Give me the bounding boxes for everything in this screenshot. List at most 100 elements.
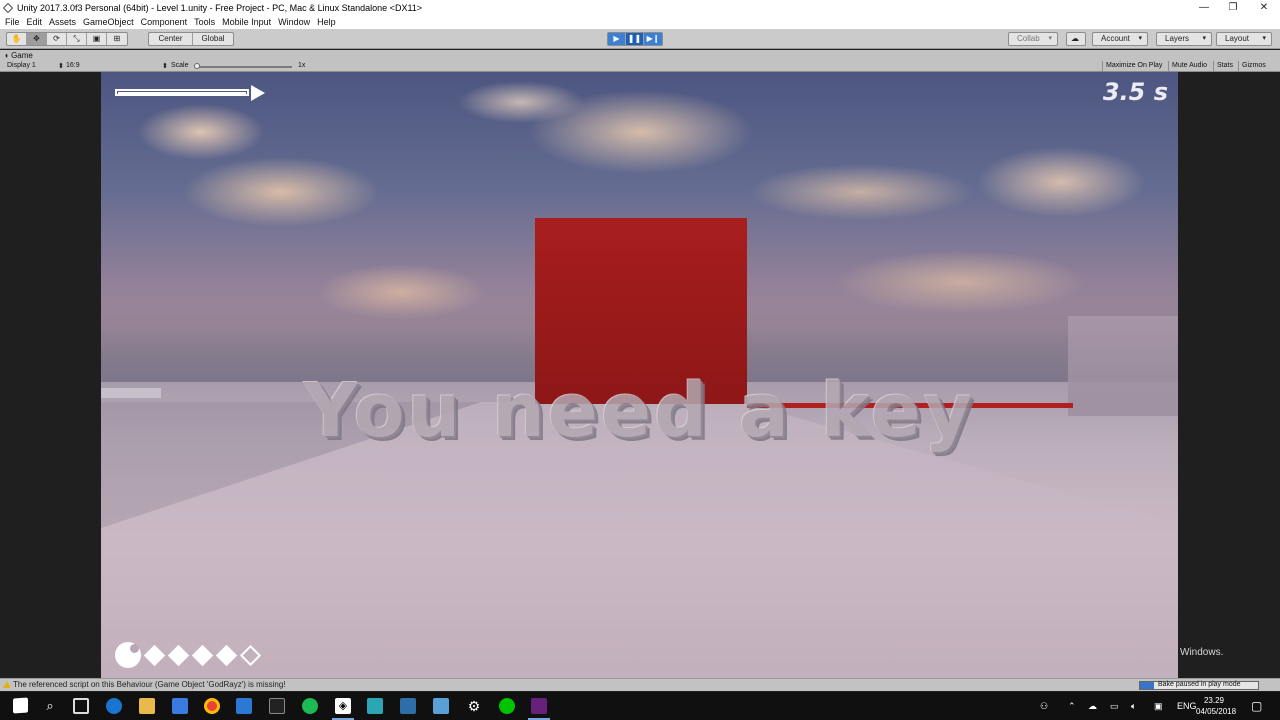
menu-file[interactable]: File bbox=[5, 17, 20, 27]
mute-audio-toggle[interactable]: Mute Audio bbox=[1168, 61, 1210, 71]
display-select[interactable]: Display 1 bbox=[7, 62, 36, 69]
task-view-icon[interactable] bbox=[73, 698, 89, 714]
bake-progress: Bake paused in play mode bbox=[1139, 681, 1259, 690]
taskbar-clock[interactable]: 23.29 04/05/2018 bbox=[1196, 695, 1237, 717]
menu-gameobject[interactable]: GameObject bbox=[83, 17, 134, 27]
menu-mobile-input[interactable]: Mobile Input bbox=[222, 17, 271, 27]
cloud-button[interactable]: ☁ bbox=[1066, 32, 1086, 46]
rotate-tool-icon[interactable]: ⟳ bbox=[47, 33, 67, 45]
notification-icon[interactable]: ▢ bbox=[1251, 692, 1262, 720]
chrome-icon[interactable] bbox=[204, 698, 220, 714]
life-diamond-icon bbox=[143, 644, 166, 666]
store-icon[interactable] bbox=[172, 698, 188, 714]
terminal-icon[interactable] bbox=[269, 698, 285, 714]
scale-value: 1x bbox=[298, 62, 306, 69]
scale-label: Scale bbox=[171, 62, 189, 69]
network-icon[interactable]: ▭ bbox=[1110, 692, 1119, 720]
progress-bar-fill bbox=[118, 92, 246, 94]
key-required-message: You need a key bbox=[303, 368, 976, 454]
maximize-button[interactable]: ❐ bbox=[1219, 0, 1247, 15]
steam-icon[interactable] bbox=[400, 698, 416, 714]
collab-label: Collab bbox=[1017, 34, 1040, 43]
display-arrow-icon: ⬍ bbox=[58, 63, 64, 70]
account-label: Account bbox=[1101, 34, 1130, 43]
edge-icon[interactable] bbox=[106, 698, 122, 714]
scale-slider-track[interactable] bbox=[196, 66, 292, 68]
main-toolbar: ✋ ✥ ⟳ ⤡ ▣ ⊞ Center Global ▶ ❚❚ ▶❙ Collab… bbox=[0, 29, 1280, 49]
step-button[interactable]: ▶❙ bbox=[644, 33, 662, 45]
line-chat-icon[interactable] bbox=[499, 698, 515, 714]
stats-toggle[interactable]: Stats bbox=[1213, 61, 1236, 71]
play-controls: ▶ ❚❚ ▶❙ bbox=[607, 32, 663, 46]
menu-component[interactable]: Component bbox=[141, 17, 188, 27]
unity-taskbar-icon[interactable]: ◈ bbox=[335, 698, 351, 714]
pivot-toggles: Center Global bbox=[148, 32, 234, 46]
layout-dropdown[interactable]: Layout ▾ bbox=[1216, 32, 1272, 46]
spotify-icon[interactable] bbox=[302, 698, 318, 714]
onedrive-icon[interactable]: ☁ bbox=[1088, 692, 1097, 720]
play-button[interactable]: ▶ bbox=[608, 33, 626, 45]
lives-indicator bbox=[115, 640, 267, 670]
life-diamond-icon bbox=[191, 644, 214, 666]
menu-window[interactable]: Window bbox=[278, 17, 310, 27]
game-scene[interactable]: You need a key 3.5 s bbox=[101, 72, 1178, 678]
maximize-on-play-toggle[interactable]: Maximize On Play bbox=[1102, 61, 1165, 71]
transform-tools: ✋ ✥ ⟳ ⤡ ▣ ⊞ bbox=[6, 32, 128, 46]
photos-icon[interactable] bbox=[433, 698, 449, 714]
scale-slider-handle[interactable] bbox=[194, 63, 200, 69]
moon-icon bbox=[115, 642, 141, 668]
layers-label: Layers bbox=[1165, 34, 1190, 43]
activate-windows-watermark: Windows. bbox=[1180, 647, 1224, 658]
gizmos-dropdown[interactable]: Gizmos bbox=[1238, 61, 1269, 71]
pause-button[interactable]: ❚❚ bbox=[626, 33, 644, 45]
life-diamond-icon bbox=[167, 644, 190, 666]
close-button[interactable]: ✕ bbox=[1250, 0, 1278, 15]
file-explorer-icon[interactable] bbox=[139, 698, 155, 714]
app-icon-teal[interactable] bbox=[367, 698, 383, 714]
menu-bar: File Edit Assets GameObject Component To… bbox=[0, 15, 1280, 29]
life-diamond-icon bbox=[215, 644, 238, 666]
menu-tools[interactable]: Tools bbox=[194, 17, 215, 27]
timer-display: 3.5 s bbox=[1102, 78, 1168, 106]
level-progress-arrow bbox=[115, 85, 265, 101]
maps-app-icon[interactable] bbox=[236, 698, 252, 714]
game-tab-label: Game bbox=[11, 51, 33, 60]
windows-start-icon[interactable] bbox=[13, 697, 28, 714]
move-tool-icon[interactable]: ✥ bbox=[27, 33, 47, 45]
menu-assets[interactable]: Assets bbox=[49, 17, 76, 27]
status-bar: The referenced script on this Behaviour … bbox=[0, 678, 1280, 691]
warning-icon bbox=[3, 681, 11, 688]
pivot-global-button[interactable]: Global bbox=[193, 33, 233, 45]
menu-help[interactable]: Help bbox=[317, 17, 336, 27]
rect-tool-icon[interactable]: ▣ bbox=[87, 33, 107, 45]
settings-gear-icon[interactable]: ⚙ bbox=[466, 698, 482, 714]
aspect-select[interactable]: 16:9 bbox=[66, 62, 80, 69]
hand-tool-icon[interactable]: ✋ bbox=[7, 33, 27, 45]
game-tab-bar: ◖ Game bbox=[0, 50, 1280, 61]
bake-status-text: Bake paused in play mode bbox=[1158, 681, 1241, 688]
bake-progress-fill bbox=[1140, 682, 1154, 689]
transform-tool-icon[interactable]: ⊞ bbox=[107, 33, 127, 45]
minimize-button[interactable]: — bbox=[1190, 0, 1218, 15]
window-title: Unity 2017.3.0f3 Personal (64bit) - Leve… bbox=[17, 2, 423, 13]
scale-tool-icon[interactable]: ⤡ bbox=[67, 33, 87, 45]
people-icon[interactable]: ⚇ bbox=[1040, 692, 1048, 720]
title-bar: Unity 2017.3.0f3 Personal (64bit) - Leve… bbox=[0, 0, 1280, 15]
collab-dropdown[interactable]: Collab ▾ bbox=[1008, 32, 1058, 46]
layers-dropdown[interactable]: Layers ▾ bbox=[1156, 32, 1212, 46]
display-icon[interactable]: ▣ bbox=[1154, 692, 1163, 720]
account-dropdown[interactable]: Account ▾ bbox=[1092, 32, 1148, 46]
volume-icon[interactable]: 🔈︎ bbox=[1131, 692, 1136, 720]
clock-time: 23.29 bbox=[1203, 696, 1225, 705]
tray-chevron-icon[interactable]: ⌃ bbox=[1068, 692, 1076, 720]
clock-date: 04/05/2018 bbox=[1196, 707, 1237, 716]
unity-icon bbox=[3, 2, 13, 13]
console-message[interactable]: The referenced script on this Behaviour … bbox=[13, 680, 286, 689]
pivot-center-button[interactable]: Center bbox=[149, 33, 193, 45]
life-diamond-icon bbox=[239, 644, 262, 666]
search-icon[interactable]: ⌕ bbox=[42, 698, 58, 714]
game-tab[interactable]: ◖ Game bbox=[4, 51, 33, 60]
language-indicator[interactable]: ENG bbox=[1177, 692, 1197, 720]
visual-studio-icon[interactable] bbox=[531, 698, 547, 714]
menu-edit[interactable]: Edit bbox=[27, 17, 43, 27]
